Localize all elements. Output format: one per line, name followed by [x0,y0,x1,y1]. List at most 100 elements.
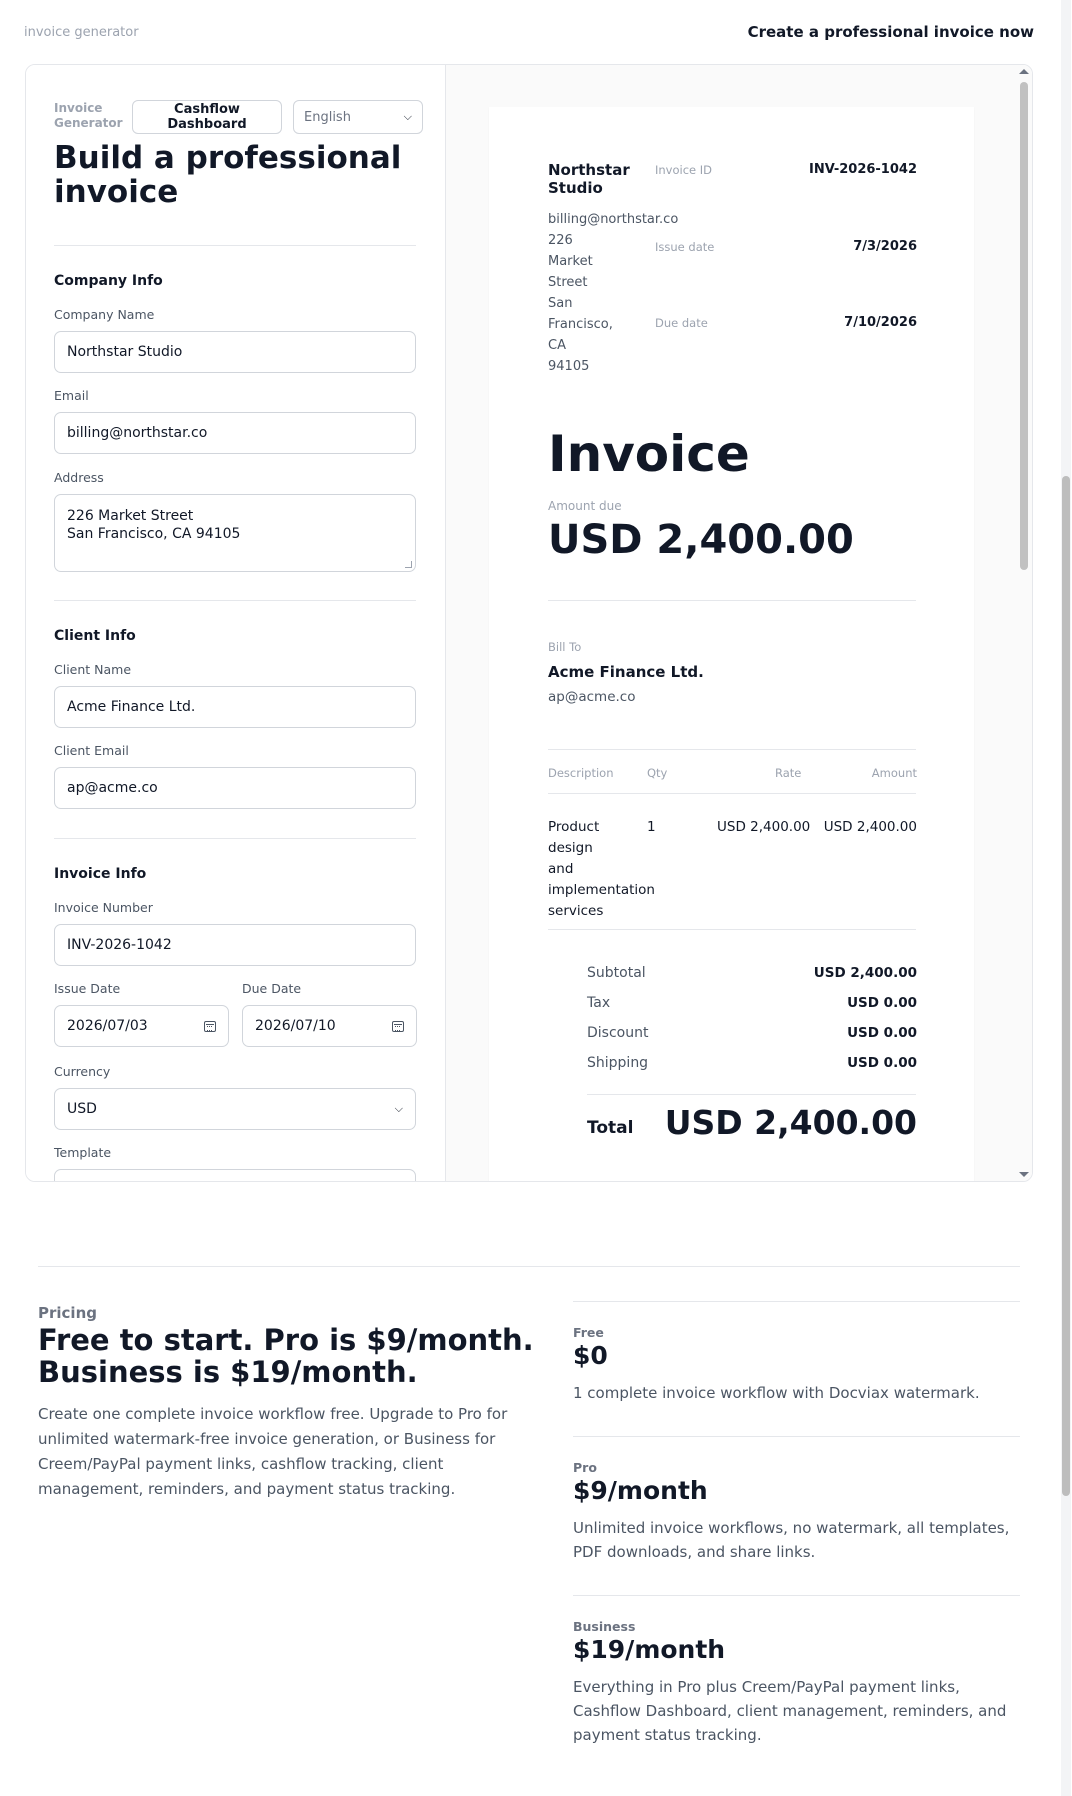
column-header-qty: Qty [647,766,668,780]
cashflow-dashboard-button[interactable]: Cashflow Dashboard [132,100,282,134]
email-field[interactable]: billing@northstar.co [54,412,416,454]
invoice-id-label: Invoice ID [655,163,713,177]
divider [54,600,416,601]
scrollbar-thumb[interactable] [1062,476,1070,1496]
preview-address-line: San [548,296,573,311]
preview-company-email: billing@northstar.co [548,212,679,227]
form-title: Build a professional invoice [54,140,402,210]
language-select[interactable]: English ⌵ [293,100,423,134]
bill-to-name: Acme Finance Ltd. [548,663,704,681]
resize-handle-icon[interactable] [405,561,412,568]
address-field[interactable]: 226 Market Street San Francisco, CA 9410… [54,494,416,572]
address-line-1: 226 Market Street [67,508,194,524]
preview-address-line: CA [548,338,566,353]
invoice-id-value: INV-2026-1042 [809,162,917,177]
pricing-title: Free to start. Pro is $9/month. Business… [38,1324,538,1388]
preview-address-line: Street [548,275,588,290]
amount-due-label: Amount due [548,499,622,513]
shipping-label: Shipping [587,1055,649,1071]
issue-date-label: Issue Date [54,981,121,996]
plan-description: Unlimited invoice workflows, no watermar… [573,1519,1010,1561]
due-date-field[interactable]: 2026/07/10 [242,1005,417,1047]
company-info-heading: Company Info [54,273,163,289]
column-header-amount: Amount [871,766,917,780]
line-item-rate: USD 2,400.00 [717,819,811,835]
plan-price: $0 [573,1341,608,1370]
divider [548,600,916,601]
client-email-field[interactable]: ap@acme.co [54,767,416,809]
invoice-heading: Invoice [548,425,750,483]
address-label: Address [54,470,104,485]
plan-name: Business [573,1619,636,1634]
site-brand[interactable]: invoice generator [24,25,139,40]
address-line-2: San Francisco, CA 94105 [67,526,241,542]
divider [573,1436,1020,1437]
scrollbar-thumb[interactable] [1020,82,1028,570]
column-header-description: Description [548,766,614,780]
plan-name: Free [573,1325,604,1340]
line-item-description: Product design and implementation servic… [548,817,655,922]
column-header-rate: Rate [775,766,802,780]
issue-date-value: 2026/07/03 [67,1018,148,1034]
company-name-value: Northstar Studio [67,344,183,360]
preview-company-details: billing@northstar.co 226 Market Street S… [548,209,679,377]
tax-value: USD 0.00 [847,995,917,1011]
preview-address-line: 226 [548,233,573,248]
tax-label: Tax [587,995,611,1011]
client-email-label: Client Email [54,743,129,758]
subtotal-label: Subtotal [587,965,646,981]
shipping-value: USD 0.00 [847,1055,917,1071]
company-name-field[interactable]: Northstar Studio [54,331,416,373]
bill-to-email: ap@acme.co [548,689,636,705]
page-scrollbar[interactable] [1061,0,1071,1796]
invoice-app: Invoice Generator Cashflow Dashboard Eng… [25,64,1033,1182]
preview-address-line: Francisco, [548,317,613,332]
template-label: Template [54,1145,112,1160]
discount-label: Discount [587,1025,649,1041]
scroll-up-arrow-icon[interactable] [1019,69,1029,74]
currency-value: USD [67,1101,97,1117]
client-info-heading: Client Info [54,628,136,644]
company-name-label: Company Name [54,307,155,322]
total-label: Total [587,1118,634,1138]
chevron-down-icon: ⌵ [403,110,412,123]
invoice-number-label: Invoice Number [54,900,153,915]
scroll-down-arrow-icon[interactable] [1019,1172,1029,1177]
email-value: billing@northstar.co [67,425,208,441]
top-bar: invoice generator Create a professional … [0,0,1060,66]
client-name-value: Acme Finance Ltd. [67,699,196,715]
divider [38,1266,1020,1267]
pricing-description: Create one complete invoice workflow fre… [38,1405,508,1498]
currency-select[interactable]: USD ⌵ [54,1088,416,1130]
preview-address-line: 94105 [548,359,590,374]
template-select[interactable] [54,1169,416,1181]
invoice-preview-panel: Northstar Studio billing@northstar.co 22… [446,65,1032,1181]
due-date-label: Due Date [242,981,302,996]
chevron-down-icon: ⌵ [394,1102,403,1115]
due-date-value: 2026/07/10 [255,1018,336,1034]
email-label: Email [54,388,89,403]
description-line: services [548,903,604,919]
issue-date-field[interactable]: 2026/07/03 [54,1005,229,1047]
divider [548,793,916,794]
create-invoice-cta[interactable]: Create a professional invoice now [748,23,1034,41]
plan-description: 1 complete invoice workflow with Docviax… [573,1384,980,1402]
plan-price: $9/month [573,1476,708,1505]
preview-company-name: Northstar Studio [548,161,630,197]
due-date-preview-value: 7/10/2026 [844,315,917,330]
divider [573,1595,1020,1596]
plan-description: Everything in Pro plus Creem/PayPal paym… [573,1678,1007,1744]
bill-to-label: Bill To [548,640,582,654]
invoice-number-field[interactable]: INV-2026-1042 [54,924,416,966]
amount-due-value: USD 2,400.00 [548,517,854,563]
divider [548,929,916,930]
client-name-field[interactable]: Acme Finance Ltd. [54,686,416,728]
preview-scrollbar[interactable] [1015,65,1032,1181]
line-item-qty: 1 [647,819,656,835]
divider [548,749,916,750]
invoice-info-heading: Invoice Info [54,866,147,882]
pricing-eyebrow: Pricing [38,1304,97,1322]
preview-address-line: Market [548,254,593,269]
calendar-icon[interactable] [392,1020,404,1032]
calendar-icon[interactable] [204,1020,216,1032]
